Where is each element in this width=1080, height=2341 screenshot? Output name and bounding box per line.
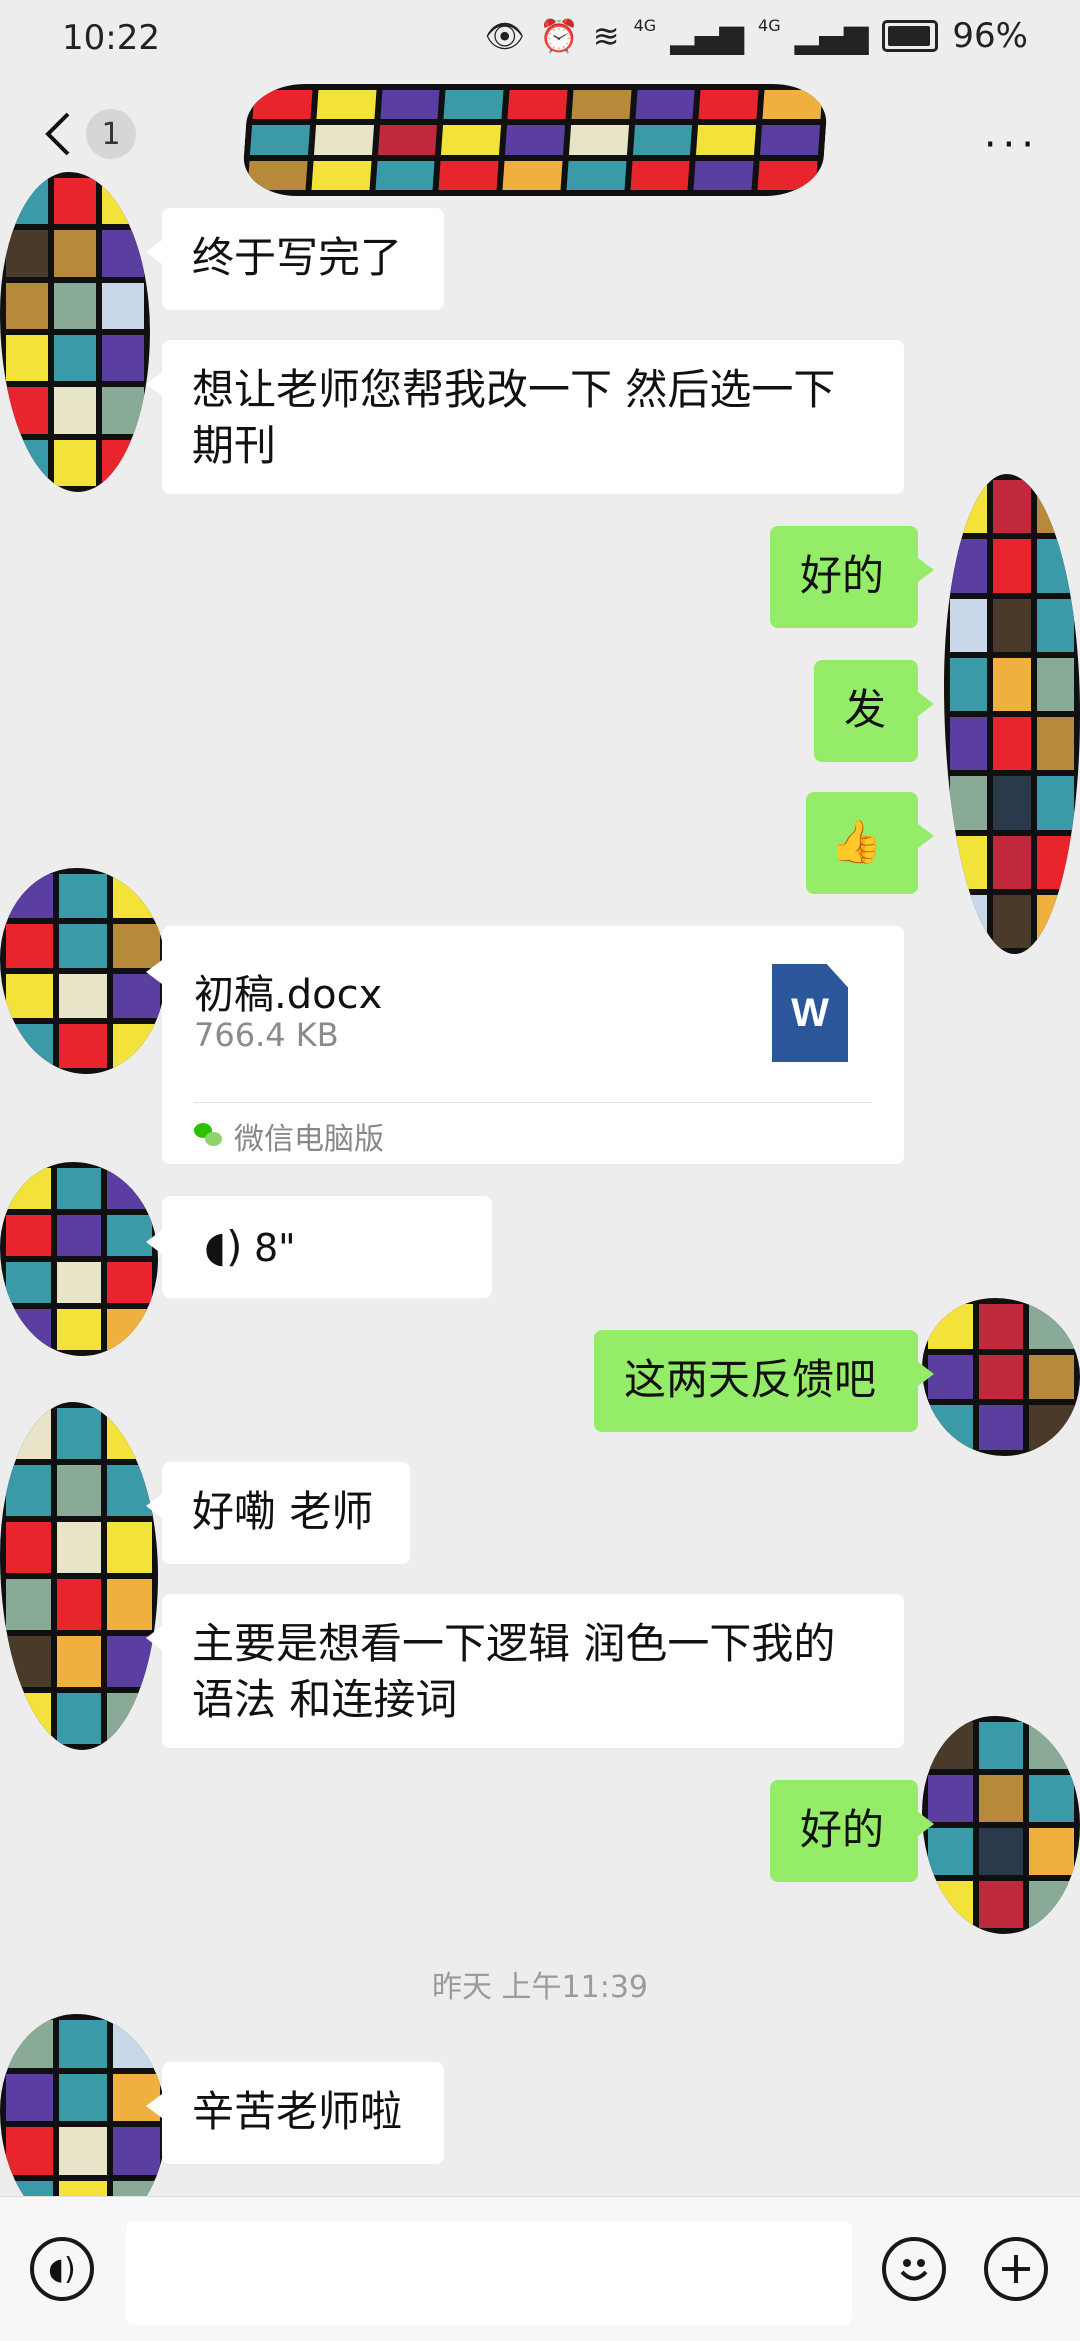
smiley-face-icon <box>900 2259 928 2281</box>
chat-timestamp: 昨天 上午11:39 <box>432 1970 648 2005</box>
word-doc-icon: W <box>772 964 848 1062</box>
file-source-label: 微信电脑版 <box>234 1122 384 1157</box>
status-bar: 10:22 👁 ⏰ ≋ 4G ▂▄▆ 4G ▂▄▆ 96% <box>0 0 1080 76</box>
chevron-left-icon <box>45 112 70 156</box>
message-text: 好嘞 老师 <box>192 1487 374 1536</box>
signal-icon: ▂▄▆ <box>670 17 745 55</box>
self-avatar[interactable] <box>922 1298 1080 1456</box>
battery-icon <box>882 20 939 52</box>
word-icon-letter: W <box>791 990 829 1035</box>
file-size: 766.4 KB <box>194 1016 339 1054</box>
message-text: 好的 <box>800 551 885 600</box>
status-time: 10:22 <box>62 18 160 58</box>
message-bubble-outgoing[interactable]: 好的 <box>770 1780 934 1882</box>
network-type-1: 4G <box>633 16 657 35</box>
wechat-icon <box>194 1123 224 1149</box>
message-bubble-incoming[interactable]: 好嘞 老师 <box>146 1462 410 1564</box>
signal-icon: ▂▄▆ <box>794 17 869 55</box>
message-bubble-incoming[interactable]: 主要是想看一下逻辑 润色一下我的 语法 和连接词 <box>146 1594 904 1748</box>
message-bubble-outgoing[interactable]: 好的 <box>770 526 934 628</box>
message-text-line: 期刊 <box>192 421 277 470</box>
message-text: 发 <box>844 685 887 734</box>
contact-avatar[interactable] <box>0 172 150 492</box>
contact-avatar[interactable] <box>0 868 166 1074</box>
more-button[interactable]: ··· <box>984 122 1040 168</box>
file-message-card[interactable]: 初稿.docx 766.4 KB W 微信电脑版 <box>146 926 904 1164</box>
back-button[interactable]: 1 <box>36 104 136 164</box>
message-input[interactable] <box>126 2221 852 2325</box>
chat-input-bar: ◖) <box>0 2196 1080 2341</box>
wifi-icon: ≋ <box>592 17 620 55</box>
file-name: 初稿.docx <box>194 972 383 1018</box>
self-avatar[interactable] <box>944 474 1080 954</box>
divider <box>194 1102 872 1103</box>
message-text-line: 语法 和连接词 <box>192 1675 458 1724</box>
unread-count-badge: 1 <box>86 109 136 159</box>
contact-avatar[interactable] <box>0 1402 158 1750</box>
chat-header: 1 ··· <box>0 80 1080 198</box>
message-text-line: 想让老师您帮我改一下 然后选一下 <box>192 365 836 414</box>
self-avatar[interactable] <box>922 1716 1080 1934</box>
message-bubble-incoming[interactable]: 辛苦老师啦 <box>146 2062 444 2164</box>
message-text: 终于写完了 <box>192 233 403 282</box>
message-text-line: 主要是想看一下逻辑 润色一下我的 <box>192 1619 836 1668</box>
plus-icon[interactable] <box>984 2237 1048 2301</box>
alarm-icon: ⏰ <box>538 17 579 55</box>
message-text: 辛苦老师啦 <box>192 2087 403 2136</box>
message-bubble-outgoing[interactable]: 这两天反馈吧 <box>594 1330 934 1432</box>
contact-avatar[interactable] <box>0 1162 158 1356</box>
status-icons: 👁 ⏰ ≋ 4G ▂▄▆ 4G ▂▄▆ 96% <box>484 16 1028 56</box>
eye-icon: 👁 <box>484 17 525 55</box>
message-bubble-outgoing[interactable]: 👍 <box>806 792 934 894</box>
message-bubble-incoming[interactable]: 想让老师您帮我改一下 然后选一下 期刊 <box>146 340 904 494</box>
chat-title-redacted <box>241 84 829 196</box>
emoji-icon[interactable] <box>882 2237 946 2301</box>
file-source: 微信电脑版 <box>194 1114 384 1158</box>
battery-percent: 96% <box>952 16 1028 56</box>
network-type-2: 4G <box>758 16 781 35</box>
message-bubble-outgoing[interactable]: 发 <box>814 660 934 762</box>
message-text: 这两天反馈吧 <box>624 1355 877 1404</box>
message-bubble-incoming[interactable]: 终于写完了 <box>146 208 444 310</box>
voice-wave-icon: ◖) <box>204 1222 243 1271</box>
voice-message-bubble[interactable]: ◖) 8" <box>146 1196 492 1298</box>
add-icon <box>1002 2255 1030 2283</box>
voice-duration: 8" <box>254 1226 296 1270</box>
voice-input-icon[interactable]: ◖) <box>30 2237 94 2301</box>
message-text: 好的 <box>800 1805 885 1854</box>
thumbs-up-emoji: 👍 <box>830 817 883 866</box>
